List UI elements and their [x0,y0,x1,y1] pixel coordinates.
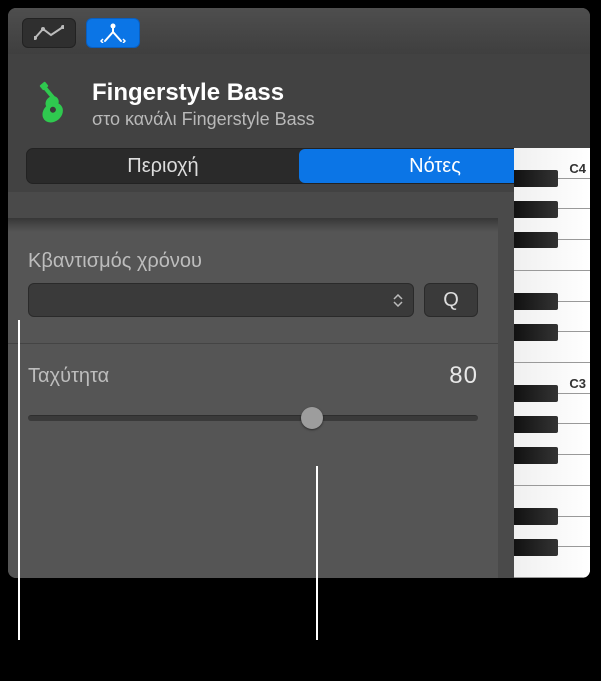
quantize-apply-label: Q [443,289,459,312]
segment-notes-label: Νότες [409,155,461,178]
inspector-content: Κβαντισμός χρόνου Q Ταχύτητα 80 [8,218,498,578]
quantize-apply-button[interactable]: Q [424,283,478,317]
slider-thumb[interactable] [301,407,323,429]
automation-tool-button[interactable] [22,18,76,48]
black-key[interactable] [514,201,558,218]
segmented-container: Περιοχή Νότες [8,144,590,192]
piano-ruler[interactable]: C4 C3 [514,148,590,578]
segment-region[interactable]: Περιοχή [27,149,299,183]
black-key[interactable] [514,416,558,433]
quantize-group: Κβαντισμός χρόνου Q [8,232,498,327]
white-key[interactable] [514,332,590,363]
editor-panel: Fingerstyle Bass στο κανάλι Fingerstyle … [8,8,590,578]
region-header: Fingerstyle Bass στο κανάλι Fingerstyle … [8,54,590,144]
white-key[interactable] [514,455,590,486]
black-key[interactable] [514,232,558,249]
black-key[interactable] [514,293,558,310]
segment-region-label: Περιοχή [127,155,198,178]
quantize-label: Κβαντισμός χρόνου [28,250,478,273]
velocity-group: Ταχύτητα 80 [8,344,498,448]
quantize-popup[interactable] [28,283,414,317]
flex-tool-button[interactable] [86,18,140,48]
velocity-value: 80 [449,362,478,390]
white-key[interactable] [514,240,590,271]
octave-label: C4 [569,161,586,176]
black-key[interactable] [514,508,558,525]
white-key[interactable] [514,547,590,578]
automation-curve-icon [34,25,64,41]
velocity-label: Ταχύτητα [28,365,109,388]
toolbar [8,8,590,54]
black-key[interactable] [514,447,558,464]
separator-shadow [8,218,498,232]
slider-track [28,415,478,421]
black-key[interactable] [514,324,558,341]
flex-icon [100,23,126,43]
track-subtitle: στο κανάλι Fingerstyle Bass [92,109,315,130]
octave-label: C3 [569,376,586,391]
black-key[interactable] [514,170,558,187]
instrument-icon [26,78,78,130]
guitar-icon [27,79,77,129]
region-notes-segmented: Περιοχή Νότες [26,148,572,184]
black-key[interactable] [514,539,558,556]
callout-line [18,320,20,640]
track-title: Fingerstyle Bass [92,79,315,107]
velocity-slider[interactable] [28,408,478,428]
chevron-updown-icon [391,294,405,307]
black-key[interactable] [514,385,558,402]
callout-line [316,466,318,640]
